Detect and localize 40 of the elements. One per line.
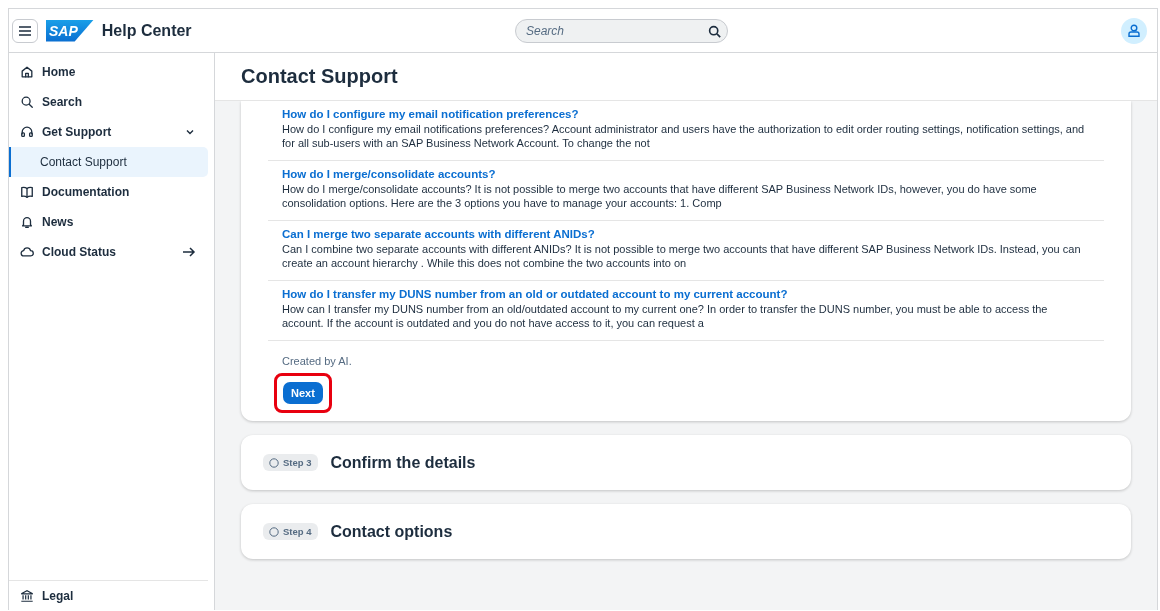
step-card[interactable]: Step 4 Contact options xyxy=(241,504,1131,559)
search-field[interactable]: Search xyxy=(515,18,728,43)
step-title: Contact options xyxy=(330,522,453,541)
page-title: Contact Support xyxy=(241,65,398,88)
logo: SAP xyxy=(46,19,94,42)
faq-link[interactable]: How do I configure my email notification preferences? xyxy=(282,107,1090,122)
step-title: Confirm the details xyxy=(330,453,476,472)
bank-icon xyxy=(20,588,34,603)
sidebar-item[interactable]: Cloud Status xyxy=(9,237,208,267)
faq-link[interactable]: How do I merge/consolidate accounts? xyxy=(282,167,1090,182)
step-badge: Step 4 xyxy=(263,523,318,540)
sidebar-item[interactable]: Get Support xyxy=(9,117,208,147)
faq-snippet: Can I combine two separate accounts with different ANIDs? It is not possible to merge two accounts that have different SAP Business Network IDs. Instead, you can create an account hierarchy . While this does not combine the two accounts into on xyxy=(282,242,1082,270)
faq-snippet: How can I transfer my DUNS number from an old/outdated account to my current one? In order to transfer the DUNS number, you must be able to access the account. If the account is outdated and you do not have access to it, you can request a xyxy=(282,302,1049,330)
faq-snippet: How do I merge/consolidate accounts? It is not possible to merge two accounts that have different SAP Business Network IDs, however, you do have some consolidation options. Here are the 3 options you have to manage your accounts: 1. Comp xyxy=(282,182,1038,210)
sidebar-item[interactable]: Home xyxy=(9,57,208,87)
faq-link[interactable]: How do I transfer my DUNS number from an old or outdated account to my current account? xyxy=(282,287,1090,302)
faq-link[interactable]: Can I merge two separate accounts with different ANIDs? xyxy=(282,227,1090,242)
search-icon xyxy=(20,95,34,109)
home-icon xyxy=(20,65,34,79)
step-badge: Step 3 xyxy=(263,454,318,471)
headset-icon xyxy=(20,125,34,139)
user-avatar[interactable] xyxy=(1121,17,1147,44)
book-icon xyxy=(20,185,34,199)
app-title: Help Center xyxy=(101,21,192,40)
menu-icon xyxy=(18,24,32,37)
bell-icon xyxy=(20,215,34,229)
sidebar-item[interactable]: Contact Support xyxy=(9,147,208,177)
ai-note: Created by AI. xyxy=(281,354,353,369)
next-button[interactable]: Next xyxy=(283,382,323,404)
arrow-right-icon xyxy=(182,246,196,258)
sidebar-item[interactable]: News xyxy=(9,207,208,237)
cloud-icon xyxy=(20,245,34,259)
sidebar-item[interactable]: Legal xyxy=(9,580,208,610)
faq-snippet: How do I configure my email notifications preferences? Account administrator and users have the authorization to edit order routing settings, notification settings, and for all sub-users with an SAP Business Network Account. To change the not xyxy=(282,122,1086,150)
menu-button[interactable] xyxy=(12,18,38,43)
sidebar-item[interactable]: Search xyxy=(9,87,208,117)
sidebar-item[interactable]: Documentation xyxy=(9,177,208,207)
search-icon xyxy=(708,24,721,38)
step-card[interactable]: Step 3 Confirm the details xyxy=(241,435,1131,490)
